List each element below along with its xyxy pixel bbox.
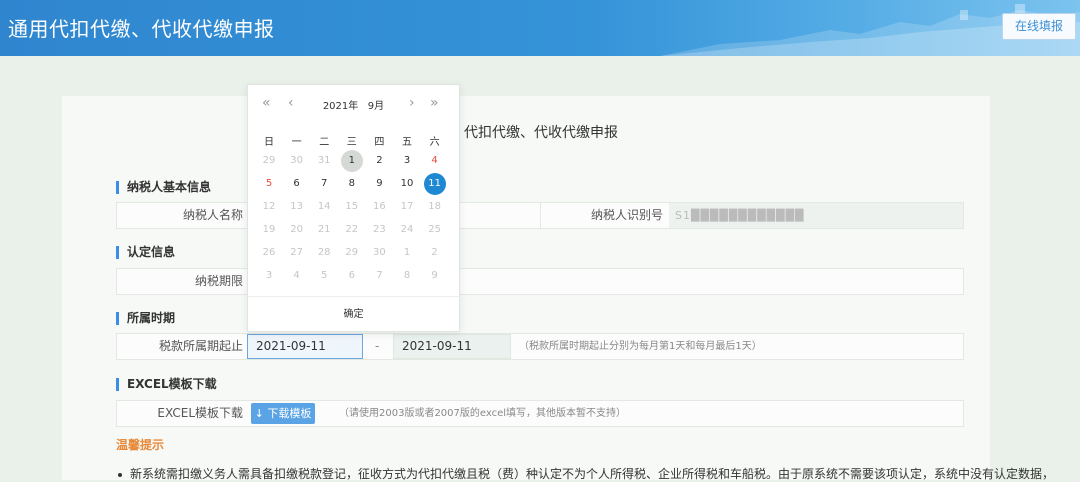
calendar-day: 21 — [317, 224, 331, 235]
download-template-button[interactable]: ↓ 下载模板 — [251, 403, 315, 424]
calendar-day: 14 — [317, 201, 331, 212]
tax-period-label: 纳税期限 — [194, 274, 243, 288]
taxpayer-id-value-box: S1████████████ — [669, 203, 963, 228]
section-period: 所属时期 — [116, 312, 175, 325]
calendar-day: 6 — [348, 270, 355, 281]
calendar-day[interactable]: 10 — [396, 173, 418, 195]
calendar-day: 16 — [373, 201, 386, 212]
period-hint: （税款所属时期起止分别为每月第1天和每月最后1天） — [519, 341, 762, 352]
warm-tip-note: 新系统需扣缴义务人需具备扣缴税款登记，征收方式为代扣代缴且税（费）种认定不为个人… — [118, 465, 1054, 482]
excel-hint: （请使用2003版或者2007版的excel填写，其他版本暂不支持） — [339, 408, 627, 419]
confirm-button[interactable]: 确定 — [248, 296, 459, 332]
calendar-day: 29 — [345, 247, 359, 258]
period-start-input[interactable]: 2021-09-11 — [247, 334, 363, 359]
weekday-label: 五 — [402, 137, 412, 148]
page-header: 通用代扣代缴、代收代缴申报 — [0, 0, 1080, 56]
calendar-day[interactable]: 8 — [341, 173, 363, 195]
calendar-day: 19 — [262, 224, 276, 235]
weekday-label: 四 — [374, 137, 385, 148]
calendar-day: 5 — [321, 270, 328, 281]
excel-row: EXCEL模板下载 ↓ 下载模板 （请使用2003版或者2007版的excel填… — [116, 400, 964, 427]
calendar-day: 15 — [345, 201, 359, 212]
calendar-day: 30 — [290, 155, 303, 166]
page-title: 通用代扣代缴、代收代缴申报 — [8, 17, 275, 41]
calendar-day: 20 — [290, 224, 303, 235]
calendar-day: 12 — [262, 201, 276, 212]
calendar-day: 13 — [290, 201, 303, 212]
date-picker-header: « ‹ 2021年 9月 › » — [248, 85, 459, 121]
calendar-day: 8 — [403, 270, 411, 281]
calendar-day: 31 — [317, 155, 331, 166]
year-month-label[interactable]: 2021年 9月 — [248, 97, 459, 112]
excel-label: EXCEL模板下载 — [157, 406, 243, 420]
period-end-input[interactable]: 2021-09-11 — [393, 334, 511, 359]
calendar-day: 26 — [262, 247, 276, 258]
weekday-label: 三 — [346, 137, 357, 148]
calendar-day[interactable]: 4 — [424, 150, 446, 172]
form-title: 代扣代缴、代收代缴申报 — [464, 125, 618, 141]
calendar-day: 17 — [400, 201, 414, 212]
calendar-day: 27 — [290, 247, 303, 258]
calendar-day-today[interactable]: 1 — [340, 150, 363, 172]
weekday-label: 一 — [291, 137, 302, 148]
calendar-day: 2 — [431, 247, 438, 258]
taxpayer-id-value: S1████████████ — [675, 209, 805, 222]
warm-tip-title: 温馨提示 — [116, 438, 165, 452]
calendar-day: 23 — [373, 224, 386, 235]
next-year-icon[interactable]: » — [430, 95, 439, 111]
calendar-day: 24 — [400, 224, 414, 235]
weekday-label: 六 — [429, 137, 440, 148]
next-month-icon[interactable]: › — [409, 95, 415, 111]
calendar-day: 9 — [431, 270, 438, 281]
taxpayer-id-label: 纳税人识别号 — [590, 208, 663, 222]
date-picker: « ‹ 2021年 9月 › » 日一二三四五六 29 30 31 1 2 3 4 5 6 7 8 9… — [247, 84, 460, 332]
weekday-label: 二 — [319, 137, 330, 148]
bullet-icon — [118, 472, 122, 477]
calendar-day[interactable]: 3 — [396, 150, 418, 172]
taxpayer-name-label: 纳税人名称 — [182, 208, 243, 222]
calendar-day: 1 — [403, 247, 411, 258]
calendar-day: 29 — [262, 155, 276, 166]
weekday-label: 日 — [264, 137, 274, 148]
calendar-day[interactable]: 7 — [313, 173, 335, 195]
calendar-day-selected[interactable]: 11 — [423, 173, 446, 195]
certification-row: 纳税期限 — [116, 268, 964, 295]
calendar-day[interactable]: 2 — [368, 150, 390, 172]
calendar-day: 18 — [428, 201, 441, 212]
calendar-day: 25 — [428, 224, 441, 235]
period-start-label: 税款所属期起止 — [158, 339, 243, 353]
section-excel: EXCEL模板下载 — [116, 378, 217, 391]
calendar-day[interactable]: 9 — [368, 173, 390, 195]
calendar-day: 22 — [345, 224, 359, 235]
calendar-day: 28 — [317, 247, 331, 258]
warm-tip-text: 新系统需扣缴义务人需具备扣缴税款登记，征收方式为代扣代缴且税（费）种认定不为个人… — [130, 467, 1055, 481]
calendar-day: 3 — [265, 270, 273, 281]
section-taxpayer-basic: 纳税人基本信息 — [116, 181, 211, 194]
taxpayer-basic-row: 纳税人名称 纳税人识别号 S1████████████ — [116, 202, 964, 229]
period-dash: - — [375, 339, 380, 353]
calendar-day[interactable]: 6 — [286, 173, 308, 195]
online-fill-button[interactable]: 在线填报 — [1002, 13, 1076, 40]
period-row: 税款所属期起止 2021-09-11 - 2021-09-11 （税款所属时期起… — [116, 333, 964, 360]
calendar-day: 30 — [373, 247, 386, 258]
section-certification: 认定信息 — [116, 246, 175, 259]
calendar-day: 7 — [376, 270, 383, 281]
calendar-day: 4 — [293, 270, 300, 281]
calendar-day[interactable]: 5 — [258, 173, 280, 195]
